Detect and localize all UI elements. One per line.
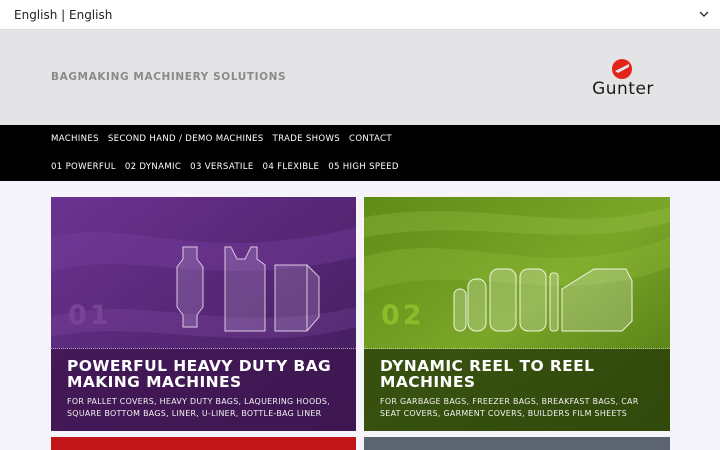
tile-subtitle: FOR PALLET COVERS, HEAVY DUTY BAGS, LAQU…: [67, 397, 331, 418]
main-navigation: MACHINES SECOND HAND / DEMO MACHINES TRA…: [0, 125, 720, 181]
nav-row-primary: MACHINES SECOND HAND / DEMO MACHINES TRA…: [51, 134, 392, 144]
tile-number: 02: [381, 300, 425, 331]
nav-item-trade-shows[interactable]: TRADE SHOWS: [273, 134, 340, 144]
nav-item-versatile[interactable]: 03 VERSATILE: [190, 162, 253, 172]
site-tagline: BAGMAKING MACHINERY SOLUTIONS: [51, 71, 287, 83]
nav-item-high-speed[interactable]: 05 HIGH SPEED: [328, 162, 399, 172]
logo-wordmark: Gunter: [592, 79, 654, 99]
chevron-down-icon: [699, 11, 709, 17]
nav-item-second-hand[interactable]: SECOND HAND / DEMO MACHINES: [108, 134, 264, 144]
tile-flexible-partial[interactable]: [364, 437, 670, 450]
language-selector[interactable]: English | English: [0, 0, 720, 30]
tile-caption: POWERFUL HEAVY DUTY BAG MAKING MACHINES …: [51, 348, 356, 420]
nav-item-contact[interactable]: CONTACT: [349, 134, 392, 144]
nav-item-powerful[interactable]: 01 POWERFUL: [51, 162, 116, 172]
nav-row-secondary: 01 POWERFUL 02 DYNAMIC 03 VERSATILE 04 F…: [51, 162, 399, 172]
tile-dynamic[interactable]: 02 DYNAMIC REEL TO REEL MACHINES FOR GAR…: [364, 197, 670, 431]
nav-item-machines[interactable]: MACHINES: [51, 134, 99, 144]
tile-powerful[interactable]: 01 POWERFUL HEAVY DUTY BAG MAKING MACHIN…: [51, 197, 356, 431]
tile-title: DYNAMIC REEL TO REEL MACHINES: [380, 357, 595, 391]
nav-item-flexible[interactable]: 04 FLEXIBLE: [263, 162, 320, 172]
language-label: English | English: [14, 7, 113, 22]
gunter-logo[interactable]: Gunter: [582, 58, 664, 100]
tile-subtitle: FOR GARBAGE BAGS, FREEZER BAGS, BREAKFAS…: [380, 397, 639, 418]
tile-caption: DYNAMIC REEL TO REEL MACHINES FOR GARBAG…: [364, 348, 670, 420]
tile-title: POWERFUL HEAVY DUTY BAG MAKING MACHINES: [67, 357, 332, 391]
site-header: BAGMAKING MACHINERY SOLUTIONS Gunter: [0, 30, 720, 125]
tile-number: 01: [68, 300, 112, 331]
nav-item-dynamic[interactable]: 02 DYNAMIC: [125, 162, 181, 172]
tile-versatile-partial[interactable]: [51, 437, 356, 450]
